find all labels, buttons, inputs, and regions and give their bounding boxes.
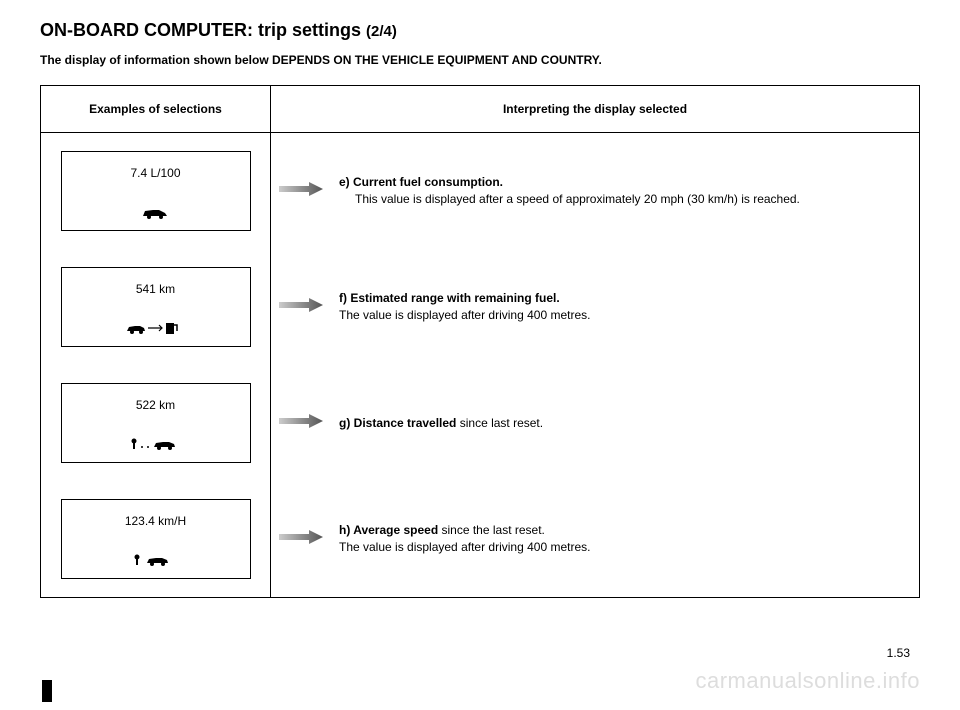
header-interpreting: Interpreting the display selected [271, 86, 920, 133]
pin-car-icon [62, 435, 250, 452]
display-value: 123.4 km/H [125, 514, 186, 528]
subtitle: The display of information shown below D… [40, 53, 920, 67]
item-bold: Average speed [353, 523, 438, 537]
car-pump-icon [62, 319, 250, 336]
title-main: ON-BOARD COMPUTER: trip settings [40, 20, 361, 40]
item-bold: Current fuel consumption. [353, 175, 503, 189]
pin-car-icon [62, 551, 250, 568]
arrow-icon [271, 249, 332, 365]
display-cell: 522 km [41, 365, 271, 481]
page-title: ON-BOARD COMPUTER: trip settings (2/4) [40, 20, 920, 41]
car-icon [62, 204, 250, 220]
table-row: 7.4 L/100 e) Current fuel consumption. T… [41, 133, 920, 250]
item-bold: Estimated range with remaining fuel. [347, 291, 560, 305]
display-cell: 7.4 L/100 [41, 133, 271, 250]
table-row: 522 km g) Distance travelled since last … [41, 365, 920, 481]
table-row: 123.4 km/H h) Average speed since the la… [41, 481, 920, 598]
display-box-consumption: 7.4 L/100 [61, 151, 251, 231]
item-text: since the last reset. [438, 523, 545, 537]
header-examples: Examples of selections [41, 86, 271, 133]
description-cell: e) Current fuel consumption. This value … [331, 133, 920, 250]
display-box-avgspeed: 123.4 km/H [61, 499, 251, 579]
title-part: (2/4) [366, 23, 397, 40]
watermark: carmanualsonline.info [695, 668, 920, 694]
item-letter: f) [339, 291, 347, 305]
description-cell: h) Average speed since the last reset. T… [331, 481, 920, 598]
item-text: since last reset. [456, 416, 543, 430]
arrow-icon [271, 481, 332, 598]
display-value: 522 km [136, 398, 175, 412]
display-value: 541 km [136, 282, 175, 296]
display-value: 7.4 L/100 [130, 166, 180, 180]
item-bold: Distance travelled [354, 416, 457, 430]
display-box-range: 541 km [61, 267, 251, 347]
description-cell: f) Estimated range with remaining fuel. … [331, 249, 920, 365]
description-cell: g) Distance travelled since last reset. [331, 365, 920, 481]
item-letter: g) [339, 416, 350, 430]
page-number: 1.53 [887, 646, 910, 660]
table-header-row: Examples of selections Interpreting the … [41, 86, 920, 133]
item-letter: e) [339, 175, 350, 189]
item-text2: The value is displayed after driving 400… [339, 540, 590, 554]
item-text: This value is displayed after a speed of… [339, 191, 911, 208]
settings-table: Examples of selections Interpreting the … [40, 85, 920, 598]
item-letter: h) [339, 523, 350, 537]
arrow-icon [271, 365, 332, 481]
table-row: 541 km f) Estimated range with remaining… [41, 249, 920, 365]
display-box-distance: 522 km [61, 383, 251, 463]
page-marker-icon [42, 680, 52, 702]
item-text: The value is displayed after driving 400… [339, 308, 590, 322]
display-cell: 541 km [41, 249, 271, 365]
arrow-icon [271, 133, 332, 250]
display-cell: 123.4 km/H [41, 481, 271, 598]
